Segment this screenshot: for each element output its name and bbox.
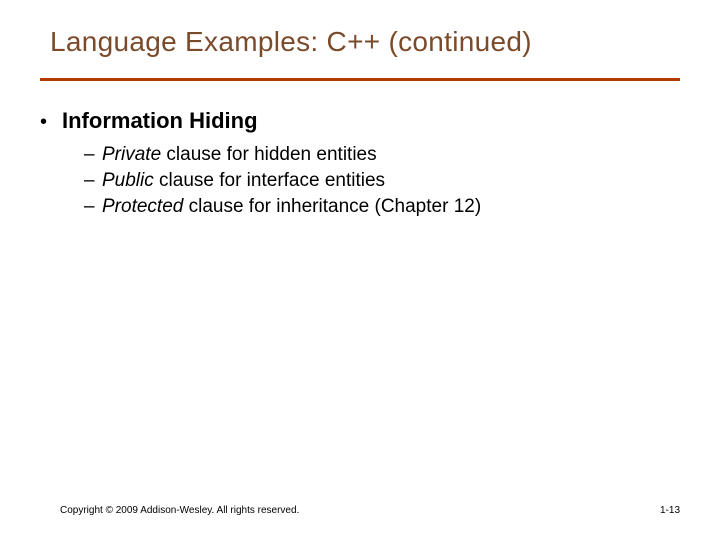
rest-text: clause for inheritance (Chapter 12) <box>183 196 481 217</box>
bullet-level2: – Private clause for hidden entities <box>84 144 680 166</box>
content-area: • Information Hiding – Private clause fo… <box>40 108 680 222</box>
bullet-level2-text: Protected clause for inheritance (Chapte… <box>102 196 481 218</box>
sub-bullet-list: – Private clause for hidden entities – P… <box>84 144 680 218</box>
footer-copyright: Copyright © 2009 Addison-Wesley. All rig… <box>60 505 299 516</box>
italic-term: Private <box>102 144 161 165</box>
bullet-dot-icon: • <box>40 112 62 132</box>
bullet-level2: – Protected clause for inheritance (Chap… <box>84 196 680 218</box>
bullet-level2-text: Private clause for hidden entities <box>102 144 377 166</box>
bullet-dash-icon: – <box>84 144 102 166</box>
bullet-level2-text: Public clause for interface entities <box>102 170 385 192</box>
bullet-dash-icon: – <box>84 170 102 192</box>
slide-title: Language Examples: C++ (continued) <box>50 26 680 58</box>
footer-page-number: 1-13 <box>660 505 680 516</box>
rest-text: clause for interface entities <box>154 170 385 191</box>
bullet-level2: – Public clause for interface entities <box>84 170 680 192</box>
rest-text: clause for hidden entities <box>161 144 376 165</box>
italic-term: Protected <box>102 196 183 217</box>
italic-term: Public <box>102 170 154 191</box>
bullet-dash-icon: – <box>84 196 102 218</box>
slide: Language Examples: C++ (continued) • Inf… <box>0 0 720 540</box>
bullet-level1-text: Information Hiding <box>62 108 258 134</box>
bullet-level1: • Information Hiding <box>40 108 680 134</box>
title-divider <box>40 78 680 81</box>
